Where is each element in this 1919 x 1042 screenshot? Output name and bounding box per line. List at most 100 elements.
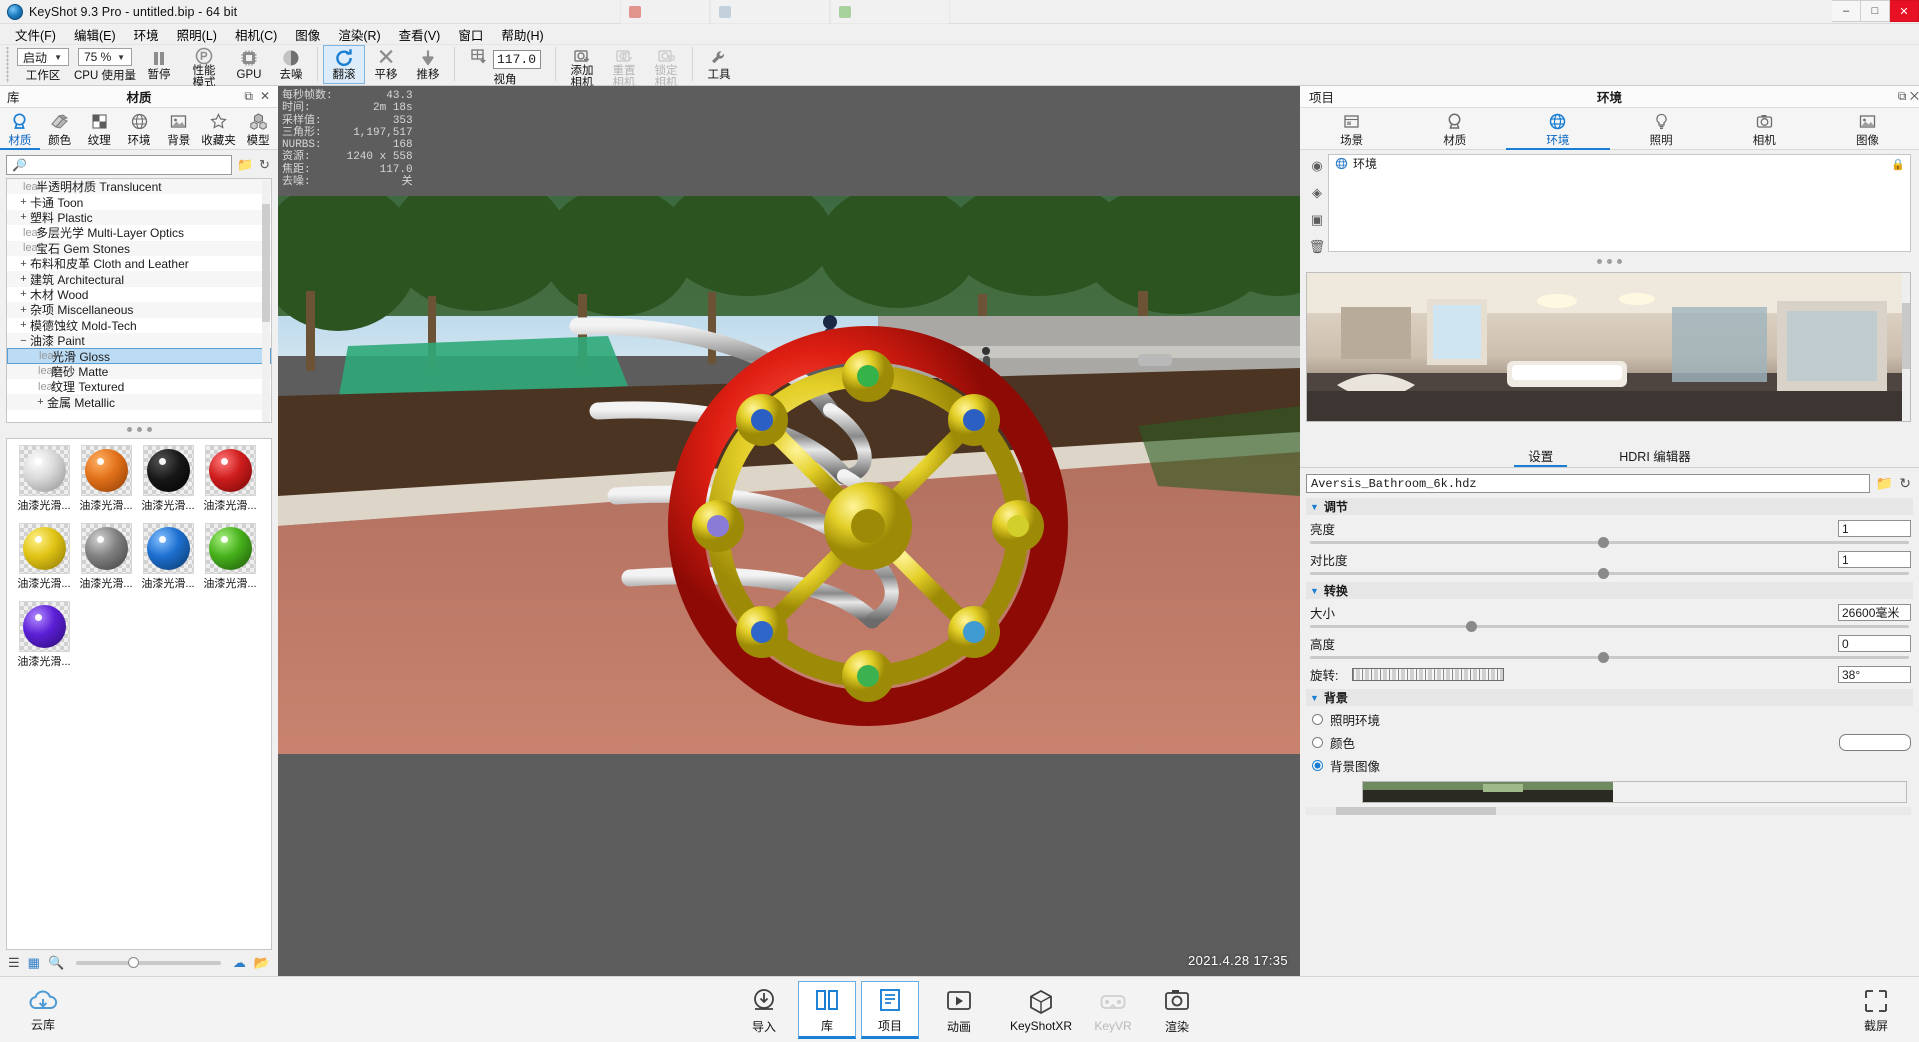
tree-row-mold-tech[interactable]: + 模德蚀纹 Mold-Tech [7,318,271,333]
tree-expander[interactable]: + [17,319,30,331]
slider-knob[interactable] [1597,568,1609,579]
tree-row-textured[interactable]: leaf 纹理 Textured [7,379,271,394]
project-tab-environment[interactable]: 环境 [1506,110,1610,150]
menu-file[interactable]: 文件(F) [6,23,65,46]
menu-edit[interactable]: 编辑(E) [65,23,125,46]
folder-open-icon[interactable]: 📂 [254,955,270,971]
add-camera-button[interactable]: 添加 相机 [561,45,603,89]
grid-view-icon[interactable] [470,48,488,70]
folder-icon[interactable]: 📁 [1876,475,1893,492]
material-item[interactable]: 油漆光滑... [199,445,261,513]
radio-button[interactable] [1312,714,1323,725]
library-tab-materials[interactable]: 材质 [0,110,40,150]
add-environment-icon[interactable]: ◉ [1311,158,1322,174]
tab-settings[interactable]: 设置 [1514,444,1568,467]
tree-row-gem-stones[interactable]: leaf 宝石 Gem Stones [7,240,271,256]
ghost-window-2[interactable] [710,0,830,24]
background-option-color[interactable]: 颜色 [1306,729,1913,752]
tab-hdri-editor[interactable]: HDRI 编辑器 [1605,444,1705,467]
scrollbar-thumb[interactable] [1336,807,1496,815]
project-horizontal-scrollbar[interactable] [1306,807,1911,815]
crop-button[interactable]: 截屏 [1847,981,1905,1039]
tumble-button[interactable]: 翻滚 [323,45,365,84]
lock-camera-button[interactable]: 锁定 相机 [645,45,687,89]
library-undock-icon[interactable]: ⧉ [244,89,253,104]
ghost-window-1[interactable] [620,0,710,24]
tree-row-toon[interactable]: + 卡通 Toon [7,194,271,210]
delete-icon[interactable]: 🗑 [1309,239,1326,255]
material-item[interactable]: 油漆光滑... [13,445,75,513]
height-value[interactable]: 0 [1838,635,1911,652]
refresh-icon[interactable]: ↻ [257,157,272,173]
search-box[interactable]: 🔍 [6,154,232,175]
project-splitter-handle[interactable] [1300,255,1919,268]
environment-list[interactable]: 环境 🔒 [1328,154,1911,252]
hdri-file-field[interactable]: Aversis_Bathroom_6k.hdz [1306,474,1870,493]
keyvr-button[interactable]: KeyVR [1082,981,1144,1039]
ghost-window-3[interactable] [830,0,950,24]
tree-row-gloss[interactable]: leaf 光滑 Gloss [7,348,271,364]
lock-icon[interactable]: 🔒 [1891,158,1905,171]
tree-scrollbar-thumb[interactable] [262,204,270,322]
tree-expander[interactable]: + [34,396,47,408]
tree-row-plastic[interactable]: + 塑料 Plastic [7,209,271,226]
project-button[interactable]: 项目 [861,981,919,1039]
project-tab-camera[interactable]: 相机 [1713,110,1816,148]
thumbnail-size-slider[interactable] [76,957,221,968]
background-option-image[interactable]: 背景图像 [1306,752,1913,775]
library-tab-textures[interactable]: 纹理 [79,110,119,148]
tree-row-paint[interactable]: − 油漆 Paint [7,332,271,349]
rotation-dial[interactable] [1352,668,1505,681]
project-tab-lighting[interactable]: 照明 [1610,110,1713,148]
menu-environment[interactable]: 环境 [125,23,168,46]
panel-splitter-handle[interactable] [0,423,278,436]
background-option-lighting-environment[interactable]: 照明环境 [1306,706,1913,729]
pause-button[interactable]: 暂停 [138,45,180,84]
cloud-library-button[interactable]: 云库 [12,981,74,1039]
tree-row-metallic[interactable]: + 金属 Metallic [7,394,271,410]
radio-button[interactable] [1312,760,1323,771]
hdri-preview[interactable] [1306,272,1911,422]
tools-button[interactable]: 工具 [698,45,740,84]
menu-help[interactable]: 帮助(H) [492,23,552,46]
transform-section-header[interactable]: ▼ 转换 [1306,582,1913,599]
performance-mode-button[interactable]: 性能 模式 [180,45,228,89]
tree-row-miscellaneous[interactable]: + 杂项 Miscellaneous [7,302,271,318]
import-environment-icon[interactable]: ▣ [1311,212,1323,228]
material-item[interactable]: 油漆光滑... [13,601,75,669]
pan-button[interactable]: 平移 [365,45,407,84]
menu-camera[interactable]: 相机(C) [226,23,286,46]
maximize-button[interactable]: □ [1861,0,1890,22]
slider-knob[interactable] [128,957,140,968]
material-item[interactable]: 油漆光滑... [199,523,261,591]
minimize-button[interactable]: ‒ [1832,0,1861,22]
material-item[interactable]: 油漆光滑... [137,445,199,513]
radio-button[interactable] [1312,737,1323,748]
tree-row-multilayer-optics[interactable]: leaf 多层光学 Multi-Layer Optics [7,225,271,240]
size-value[interactable]: 26600毫米 [1838,604,1911,621]
brightness-value[interactable]: 1 [1838,520,1911,537]
tree-row-matte[interactable]: leaf 磨砂 Matte [7,363,271,380]
library-close-icon[interactable]: ✕ [260,89,270,104]
slider-knob[interactable] [1597,537,1609,548]
library-tab-colors[interactable]: 颜色 [40,110,80,148]
material-item[interactable]: 油漆光滑... [13,523,75,591]
zoom-icon[interactable]: 🔍 [48,955,64,971]
cloud-download-icon[interactable]: ☁ [233,955,246,971]
gpu-button[interactable]: GPU [228,45,270,84]
tree-expander[interactable]: + [17,258,30,270]
tree-expander[interactable]: − [17,335,30,347]
list-view-icon[interactable]: ☰ [8,955,20,971]
dolly-button[interactable]: 推移 [407,45,449,84]
rendered-image[interactable] [278,196,1300,754]
material-item[interactable]: 油漆光滑... [137,523,199,591]
project-tab-scene[interactable]: 场景 [1300,110,1403,148]
material-item[interactable]: 油漆光滑... [75,523,137,591]
contrast-slider[interactable] [1310,568,1909,579]
brightness-slider[interactable] [1310,537,1909,548]
height-slider[interactable] [1310,652,1909,663]
tree-row-architectural[interactable]: + 建筑 Architectural [7,271,271,287]
tree-row-translucent[interactable]: leaf 半透明材质 Translucent [7,179,271,195]
folder-icon[interactable]: 📁 [237,157,253,173]
background-image-thumbnail[interactable] [1362,781,1907,803]
